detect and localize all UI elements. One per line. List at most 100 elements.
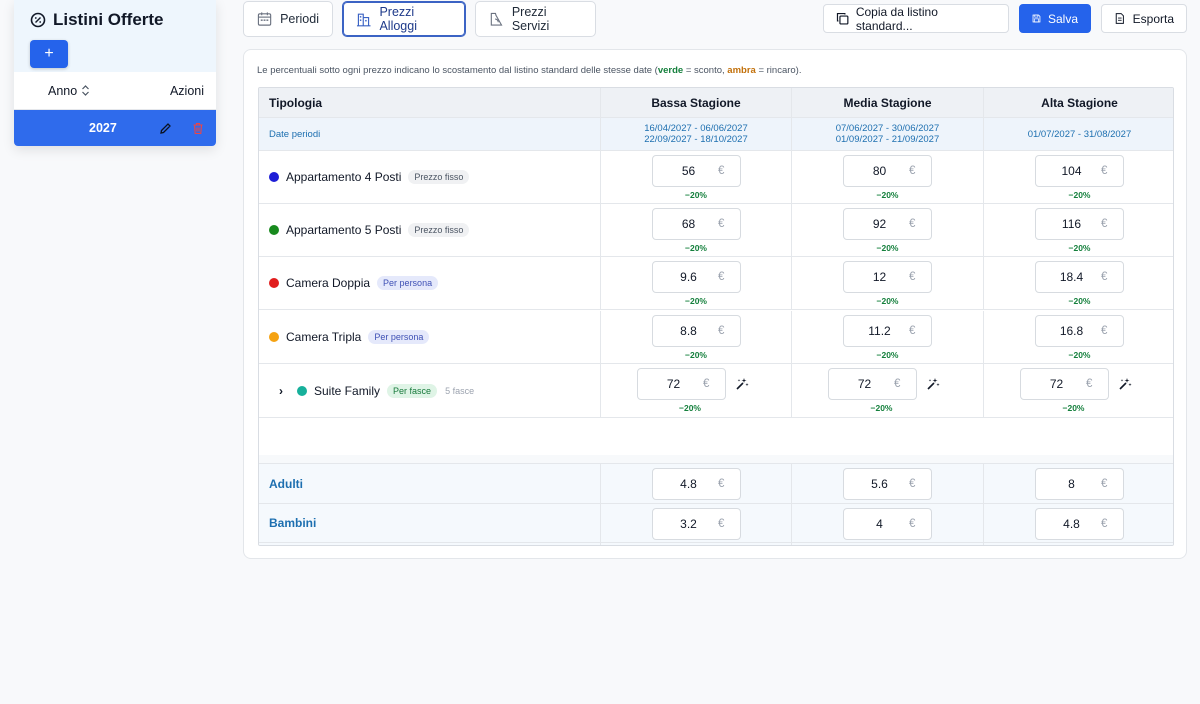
price-value: 8.8 xyxy=(680,324,697,338)
price-cell: 80 € −20% xyxy=(791,151,983,203)
price-input[interactable]: 4 € xyxy=(843,508,932,540)
price-input[interactable]: 92 € xyxy=(843,208,932,240)
table-header: Tipologia Bassa Stagione Media Stagione … xyxy=(259,88,1173,118)
col-alta-stagione: Alta Stagione xyxy=(983,88,1173,117)
price-input[interactable]: 8.8 € xyxy=(652,315,741,347)
currency-label: € xyxy=(703,378,710,390)
dates-media-2: 01/09/2027 - 21/09/2027 xyxy=(835,134,940,145)
dates-bassa-1: 16/04/2027 - 06/06/2027 xyxy=(644,123,748,134)
type-label: Appartamento 5 Posti xyxy=(286,223,402,237)
col-bassa-stagione: Bassa Stagione xyxy=(600,88,791,117)
currency-label: € xyxy=(909,478,916,490)
copy-from-standard-button[interactable]: Copia da listino standard... xyxy=(823,4,1009,33)
magic-wand-icon[interactable] xyxy=(735,377,749,391)
deviation-percent: −20% xyxy=(685,296,707,306)
year-column-header[interactable]: Anno xyxy=(48,84,90,98)
price-cell: 4.8 € xyxy=(600,464,791,503)
col-media-stagione: Media Stagione xyxy=(791,88,983,117)
dates-bassa: 16/04/2027 - 06/06/2027 22/09/2027 - 18/1… xyxy=(600,118,791,150)
dates-alta: 01/07/2027 - 31/08/2027 xyxy=(983,118,1173,150)
price-value: 18.4 xyxy=(1059,270,1084,284)
price-value: 12 xyxy=(872,270,887,284)
row-type-cell: Appartamento 4 Posti Prezzo fisso xyxy=(259,151,600,203)
price-cell: 0€ xyxy=(791,543,983,545)
price-value: 11.2 xyxy=(868,324,891,338)
date-label: Date periodi xyxy=(269,128,321,140)
deviation-percent: −20% xyxy=(1068,190,1091,200)
currency-label: € xyxy=(718,218,725,230)
price-value: 92 xyxy=(872,217,887,231)
price-cell: 104 € −20% xyxy=(983,151,1173,203)
sidebar-title: Listini Offerte xyxy=(30,10,200,30)
actions-column-header: Azioni xyxy=(169,83,204,98)
price-input[interactable]: 5.6 € xyxy=(843,468,932,500)
price-cell: 3.2 € xyxy=(600,504,791,542)
deviation-percent: −20% xyxy=(685,190,707,200)
table-row: Camera Doppia Per persona 9.6 € −20% 12 € −20% 1… xyxy=(259,257,1173,310)
row-type-cell: Camera Doppia Per persona xyxy=(259,257,600,309)
price-input[interactable]: 18.4 € xyxy=(1035,261,1124,293)
chevron-right-icon[interactable]: › xyxy=(279,384,283,398)
row-type-name: › Suite Family Per fasce 5 fasce xyxy=(259,364,600,417)
price-input[interactable]: 8 € xyxy=(1035,468,1124,500)
price-value: 72 xyxy=(857,377,872,391)
dates-alta-1: 01/07/2027 - 31/08/2027 xyxy=(1027,128,1132,140)
price-input[interactable]: 72 € xyxy=(828,368,917,400)
price-input[interactable]: 12 € xyxy=(843,261,932,293)
currency-label: € xyxy=(718,478,725,490)
row-type-name: Camera Tripla Per persona xyxy=(259,311,600,363)
currency-label: € xyxy=(1101,325,1108,337)
deviation-percent: −20% xyxy=(876,243,899,253)
deviation-percent: −20% xyxy=(876,296,899,306)
age-group-cell: Bambini xyxy=(259,504,600,542)
deviation-percent: −20% xyxy=(870,403,893,413)
tab-prezzi-servizi[interactable]: Prezzi Servizi xyxy=(475,1,596,37)
price-value: 68 xyxy=(681,217,696,231)
sidebar-row-2027[interactable]: 2027 xyxy=(14,110,216,146)
currency-label: € xyxy=(718,271,725,283)
price-input[interactable]: 4.8 € xyxy=(1035,508,1124,540)
price-cell: 4 € xyxy=(791,504,983,542)
age-group-name: Infanti xyxy=(259,543,600,545)
currency-label: € xyxy=(909,165,916,177)
magic-wand-icon[interactable] xyxy=(1118,377,1132,391)
price-input[interactable]: 72 € xyxy=(1020,368,1109,400)
price-input[interactable]: 116 € xyxy=(1035,208,1124,240)
note-green: verde xyxy=(657,65,684,76)
tab-prezzi-alloggi[interactable]: Prezzi Alloggi xyxy=(342,1,466,37)
price-input[interactable]: 56 € xyxy=(652,155,741,187)
age-group-row: Adulti 4.8 €5.6 €8 € xyxy=(259,464,1173,504)
price-input[interactable]: 68 € xyxy=(652,208,741,240)
price-input[interactable]: 9.6 € xyxy=(652,261,741,293)
price-input[interactable]: 16.8 € xyxy=(1035,315,1124,347)
edit-icon[interactable] xyxy=(159,122,172,135)
save-button[interactable]: Salva xyxy=(1019,4,1091,33)
currency-label: € xyxy=(1101,518,1108,530)
currency-label: € xyxy=(718,165,725,177)
price-cell: 68 € −20% xyxy=(600,204,791,256)
price-value: 80 xyxy=(872,164,887,178)
price-input[interactable]: 3.2 € xyxy=(652,508,741,540)
pricing-mode-badge: Per persona xyxy=(368,330,430,344)
price-input[interactable]: 104 € xyxy=(1035,155,1124,187)
magic-wand-icon[interactable] xyxy=(926,377,940,391)
deviation-percent: −20% xyxy=(679,403,701,413)
price-input[interactable]: 80 € xyxy=(843,155,932,187)
price-input[interactable]: 11.2 € xyxy=(843,315,932,347)
color-dot xyxy=(269,225,279,235)
tab-periodi[interactable]: Periodi xyxy=(243,1,333,37)
delete-icon[interactable] xyxy=(192,122,204,135)
price-cell: 4.8 € xyxy=(983,504,1173,542)
row-type-cell: Camera Tripla Per persona xyxy=(259,311,600,363)
price-input[interactable]: 4.8 € xyxy=(652,468,741,500)
price-cell: 72 € −20% xyxy=(600,364,791,417)
section-separator xyxy=(259,455,1173,464)
price-value: 8 xyxy=(1068,477,1075,491)
dates-media: 07/06/2027 - 30/06/2027 01/09/2027 - 21/0… xyxy=(791,118,983,150)
add-price-list-button[interactable]: + xyxy=(30,40,68,68)
export-button[interactable]: Esporta xyxy=(1101,4,1187,33)
type-label: Appartamento 4 Posti xyxy=(286,170,402,184)
sidebar-columns: Anno Azioni xyxy=(14,72,216,110)
pricing-mode-badge: Per fasce xyxy=(387,383,438,398)
price-input[interactable]: 72 € xyxy=(637,368,726,400)
